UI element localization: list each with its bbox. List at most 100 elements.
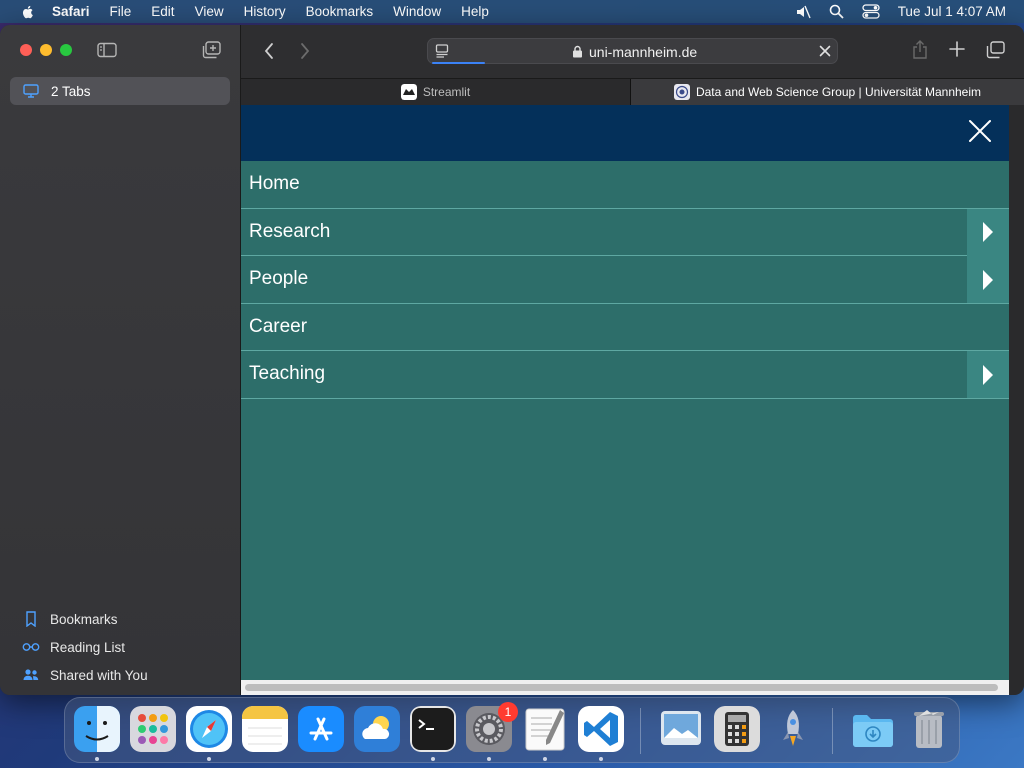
caret-right-icon — [983, 364, 993, 385]
close-menu-icon[interactable] — [968, 119, 992, 143]
caret-right-icon — [983, 269, 993, 290]
monitor-icon — [23, 84, 39, 98]
new-tab-group-icon[interactable] — [202, 41, 222, 59]
share-icon[interactable] — [912, 40, 928, 60]
nav-item-label: Career — [249, 315, 308, 337]
launchpad-icon[interactable] — [130, 706, 176, 752]
finder-icon[interactable] — [74, 706, 120, 752]
running-indicator — [207, 757, 211, 761]
close-window-button[interactable] — [20, 44, 32, 56]
textedit-icon[interactable] — [522, 706, 568, 752]
tab-title: Data and Web Science Group | Universität… — [695, 85, 982, 99]
caret-right-icon — [983, 222, 993, 242]
calculator-icon[interactable] — [714, 706, 760, 752]
nav-item-home[interactable]: Home — [241, 161, 1009, 209]
bookmark-icon — [26, 611, 36, 627]
menu-window[interactable]: Window — [393, 4, 441, 19]
expand-submenu-button[interactable] — [967, 208, 1009, 256]
nav-item-people[interactable]: People — [241, 256, 1009, 304]
downloads-folder-icon[interactable] — [850, 706, 896, 752]
menu-history[interactable]: History — [244, 4, 286, 19]
notes-icon[interactable] — [242, 706, 288, 752]
safari-window: 2 Tabs Bookmarks Reading List Shared wit… — [0, 25, 1024, 695]
safari-icon[interactable] — [186, 706, 232, 752]
terminal-icon[interactable] — [410, 706, 456, 752]
streamlit-favicon-icon — [400, 84, 417, 100]
apple-logo-icon[interactable] — [20, 4, 36, 20]
url-text: uni-mannheim.de — [589, 44, 698, 60]
nav-item-career[interactable]: Career — [241, 304, 1009, 351]
spotlight-search-icon[interactable] — [829, 4, 844, 19]
nav-item-label: Teaching — [249, 363, 326, 385]
forward-chevron-icon[interactable] — [299, 42, 311, 60]
lock-icon — [573, 45, 582, 58]
nav-item-label: People — [249, 268, 309, 290]
dock: 1 — [64, 697, 960, 763]
sidebar-item-label: Reading List — [50, 639, 126, 655]
rocket-icon[interactable] — [770, 706, 816, 752]
sidebar-item-reading-list[interactable]: Reading List — [22, 633, 148, 661]
notification-badge: 1 — [498, 702, 518, 722]
weather-icon[interactable] — [354, 706, 400, 752]
running-indicator — [431, 757, 435, 761]
tab-overview-icon[interactable] — [986, 41, 1005, 59]
window-edge — [1009, 105, 1024, 695]
tab-uni-mannheim[interactable]: Data and Web Science Group | Universität… — [631, 79, 1024, 105]
expand-submenu-button[interactable] — [967, 256, 1009, 303]
toolbar: uni-mannheim.de — [241, 25, 1024, 78]
uni-mannheim-favicon-icon — [673, 84, 690, 100]
sidebar-item-tabs[interactable]: 2 Tabs — [10, 77, 230, 105]
running-indicator — [95, 757, 99, 761]
app-store-icon[interactable] — [298, 706, 344, 752]
nav-item-research[interactable]: Research — [241, 208, 1009, 256]
new-tab-icon[interactable] — [949, 41, 965, 57]
running-indicator — [599, 757, 603, 761]
sidebar-item-label: Shared with You — [50, 667, 148, 683]
system-settings-app[interactable]: 1 — [466, 702, 518, 752]
stop-loading-icon[interactable] — [819, 45, 831, 57]
back-chevron-icon[interactable] — [263, 42, 275, 60]
tab-group-label: 2 Tabs — [51, 83, 91, 99]
address-bar[interactable]: uni-mannheim.de — [427, 38, 838, 64]
menu-view[interactable]: View — [195, 4, 224, 19]
sidebar-toggle-icon[interactable] — [97, 42, 117, 58]
sidebar-item-label: Bookmarks — [50, 611, 118, 627]
tab-title: Streamlit — [422, 85, 471, 99]
menu-edit[interactable]: Edit — [151, 4, 174, 19]
expand-submenu-button[interactable] — [967, 351, 1009, 398]
menu-help[interactable]: Help — [461, 4, 489, 19]
nav-item-teaching[interactable]: Teaching — [241, 351, 1009, 399]
shared-with-you-icon — [23, 669, 39, 680]
dock-separator — [640, 708, 641, 754]
zoom-window-button[interactable] — [60, 44, 72, 56]
web-content: Home Research People Career Teaching — [241, 105, 1009, 680]
running-indicator — [543, 757, 547, 761]
site-header — [241, 105, 1009, 161]
tab-bar: Streamlit Data and Web Science Group | U… — [241, 78, 1024, 105]
menubar-clock[interactable]: Tue Jul 1 4:07 AM — [898, 4, 1006, 19]
site-navigation-menu: Home Research People Career Teaching — [241, 161, 1009, 399]
menu-bar: Safari File Edit View History Bookmarks … — [0, 0, 1024, 23]
dock-separator — [832, 708, 833, 754]
page-load-progress — [432, 62, 485, 64]
menu-app-safari[interactable]: Safari — [52, 4, 90, 19]
sidebar: 2 Tabs Bookmarks Reading List Shared wit… — [0, 25, 241, 695]
sidebar-item-bookmarks[interactable]: Bookmarks — [22, 605, 148, 633]
minimize-window-button[interactable] — [40, 44, 52, 56]
window-controls — [20, 44, 72, 56]
mute-icon[interactable] — [795, 5, 811, 19]
preview-icon[interactable] — [658, 706, 704, 752]
tab-streamlit[interactable]: Streamlit — [241, 79, 631, 105]
sidebar-item-shared-with-you[interactable]: Shared with You — [22, 661, 148, 689]
horizontal-scrollbar[interactable] — [241, 680, 1009, 695]
scrollbar-thumb[interactable] — [245, 684, 998, 691]
sidebar-bottom-list: Bookmarks Reading List Shared with You — [22, 605, 148, 689]
nav-item-label: Research — [249, 220, 331, 242]
menu-bookmarks[interactable]: Bookmarks — [306, 4, 374, 19]
menu-file[interactable]: File — [110, 4, 132, 19]
control-center-icon[interactable] — [862, 4, 880, 19]
running-indicator — [487, 757, 491, 761]
trash-icon[interactable] — [906, 706, 952, 752]
page-menu-icon[interactable] — [435, 44, 451, 58]
vscode-icon[interactable] — [578, 706, 624, 752]
